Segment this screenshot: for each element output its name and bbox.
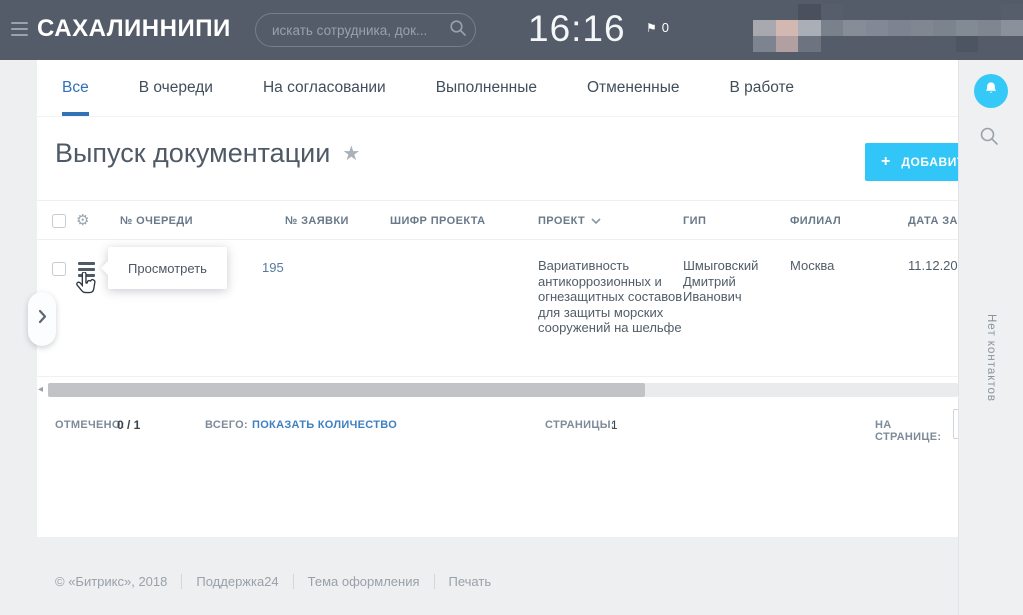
checked-label: ОТМЕЧЕНО: xyxy=(55,419,125,431)
select-all-checkbox[interactable] xyxy=(52,214,66,228)
checked-value: 0 / 1 xyxy=(117,418,140,432)
copyright: © «Битрикс», 2018 xyxy=(55,574,167,589)
search-icon[interactable] xyxy=(449,19,467,42)
divider xyxy=(434,574,435,589)
grid-footer: ОТМЕЧЕНО: 0 / 1 ВСЕГО: ПОКАЗАТЬ КОЛИЧЕСТ… xyxy=(37,405,958,445)
main-menu-icon[interactable] xyxy=(11,22,28,40)
scrollbar-track[interactable] xyxy=(48,383,958,397)
column-request-no[interactable]: № ЗАЯВКИ xyxy=(285,215,349,227)
flag-count: 0 xyxy=(662,20,669,35)
blurred-user-info[interactable] xyxy=(753,4,1023,52)
tab-queued[interactable]: В очереди xyxy=(139,60,213,116)
footer-link-support[interactable]: Поддержка24 xyxy=(196,574,278,589)
filter-tabs: Все В очереди На согласовании Выполненны… xyxy=(37,60,958,117)
request-no-link[interactable]: 195 xyxy=(262,260,284,276)
scrollbar-thumb[interactable] xyxy=(48,383,645,397)
right-sidebar: Нет контактов xyxy=(958,60,1023,615)
tab-in-progress[interactable]: В работе xyxy=(729,60,794,116)
page-title: Выпуск документации★ xyxy=(55,138,360,169)
clock: 16:16 xyxy=(528,8,626,50)
top-bar: САХАЛИННИПИ 16:16 ⚑ 0 xyxy=(0,0,1023,60)
no-contacts-label: Нет контактов xyxy=(959,278,1023,438)
show-count-link[interactable]: ПОКАЗАТЬ КОЛИЧЕСТВО xyxy=(252,419,397,431)
footer-link-print[interactable]: Печать xyxy=(449,574,492,589)
row-actions-popup: Просмотреть xyxy=(108,247,227,289)
tab-cancelled[interactable]: Отмененные xyxy=(587,60,680,116)
row-checkbox[interactable] xyxy=(52,262,66,276)
page-footer: © «Битрикс», 2018 Поддержка24 Тема оформ… xyxy=(55,574,491,589)
left-panel-toggle[interactable] xyxy=(28,292,56,346)
grid-header: ⚙ № ОЧЕРЕДИ № ЗАЯВКИ ШИФР ПРОЕКТА ПРОЕКТ… xyxy=(37,200,958,240)
table-row: Просмотреть 195 Вариативность антикорроз… xyxy=(37,240,958,377)
column-project[interactable]: ПРОЕКТ xyxy=(538,215,601,227)
notifications-button[interactable] xyxy=(974,74,1008,108)
gip-cell: Шмыговский Дмитрий Иванович xyxy=(683,258,779,305)
date-cell: 11.12.2018 xyxy=(908,258,958,274)
flag-icon: ⚑ xyxy=(646,21,657,35)
divider xyxy=(293,574,294,589)
menu-item-view[interactable]: Просмотреть xyxy=(128,261,207,276)
plus-icon: + xyxy=(881,153,890,171)
sidebar-search-icon[interactable] xyxy=(979,126,999,151)
popup-arrow xyxy=(101,261,115,275)
horizontal-scrollbar: ◂ xyxy=(37,382,958,398)
flag-counter[interactable]: ⚑ 0 xyxy=(646,20,669,35)
column-gip[interactable]: ГИП xyxy=(683,215,706,227)
tab-approval[interactable]: На согласовании xyxy=(263,60,386,116)
scroll-left-arrow-icon[interactable]: ◂ xyxy=(38,384,43,395)
branch-cell: Москва xyxy=(790,258,880,274)
pages-value: 1 xyxy=(611,418,618,432)
pages-label: СТРАНИЦЫ: xyxy=(545,419,615,431)
tab-done[interactable]: Выполненные xyxy=(436,60,537,116)
grid-settings-gear-icon[interactable]: ⚙ xyxy=(76,211,89,229)
app-title[interactable]: САХАЛИННИПИ xyxy=(37,15,231,43)
row-actions-menu-icon[interactable] xyxy=(78,262,95,280)
column-branch[interactable]: ФИЛИАЛ xyxy=(790,215,841,227)
title-row: Выпуск документации★ + ДОБАВИТЬ xyxy=(37,117,958,200)
chevron-right-icon xyxy=(38,309,47,329)
project-cell: Вариативность антикоррозионных и огнезащ… xyxy=(538,258,690,336)
column-date[interactable]: ДАТА ЗАЯВКИ xyxy=(908,215,958,227)
global-search-input[interactable] xyxy=(272,23,449,38)
divider xyxy=(181,574,182,589)
tab-all[interactable]: Все xyxy=(62,60,89,116)
bell-icon xyxy=(982,80,1000,103)
favorite-star-icon[interactable]: ★ xyxy=(342,141,360,165)
global-search[interactable] xyxy=(255,13,476,47)
column-project-code[interactable]: ШИФР ПРОЕКТА xyxy=(390,215,486,227)
footer-link-theme[interactable]: Тема оформления xyxy=(308,574,420,589)
sort-chevron-down-icon xyxy=(591,215,601,227)
per-page-label: НА СТРАНИЦЕ: xyxy=(875,419,958,443)
column-queue-no[interactable]: № ОЧЕРЕДИ xyxy=(120,215,193,227)
total-label: ВСЕГО: xyxy=(205,419,248,431)
content-card: Все В очереди На согласовании Выполненны… xyxy=(37,60,958,537)
add-button[interactable]: + ДОБАВИТЬ xyxy=(865,143,958,181)
